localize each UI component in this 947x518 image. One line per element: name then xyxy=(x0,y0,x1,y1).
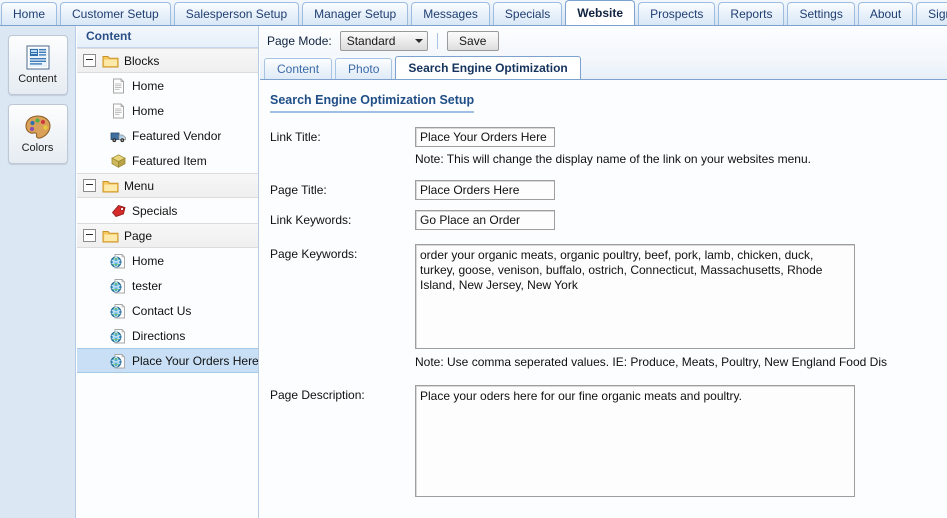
folder-icon xyxy=(102,228,124,244)
page-document-icon xyxy=(110,77,132,94)
main-tab-bar: Home Customer Setup Salesperson Setup Ma… xyxy=(0,0,947,26)
tree-item-home-block-1[interactable]: Home xyxy=(77,73,258,98)
page-mode-selected-value: Standard xyxy=(346,34,396,48)
tree-item-page-contact-us[interactable]: Contact Us xyxy=(77,298,258,323)
rail-button-colors[interactable]: Colors xyxy=(7,104,68,164)
tree-item-page-tester[interactable]: tester xyxy=(77,273,258,298)
link-keywords-label: Link Keywords: xyxy=(270,213,352,227)
page-title-label: Page Title: xyxy=(270,183,327,197)
page-title-row: Page Title: Place Orders Here xyxy=(260,180,947,200)
tab-reports[interactable]: Reports xyxy=(718,2,785,25)
document-content-icon xyxy=(24,45,52,71)
tab-website[interactable]: Website xyxy=(565,0,636,25)
tree-item-page-home[interactable]: Home xyxy=(77,248,258,273)
tab-salesperson-setup[interactable]: Salesperson Setup xyxy=(173,2,300,25)
link-title-input[interactable]: Place Your Orders Here xyxy=(415,127,555,147)
seo-form-title: Search Engine Optimization Setup xyxy=(270,93,475,113)
tree-item-label: Directions xyxy=(132,328,186,343)
globe-page-icon xyxy=(110,278,132,294)
tab-specials[interactable]: Specials xyxy=(492,2,563,25)
page-description-label: Page Description: xyxy=(270,388,365,402)
save-button[interactable]: Save xyxy=(446,31,499,51)
sub-tab-bar: Content Photo Search Engine Optimization xyxy=(260,56,947,80)
page-keywords-row: Page Keywords: order your organic meats,… xyxy=(260,244,947,349)
tree-item-label: tester xyxy=(132,278,163,293)
link-title-row: Link Title: Place Your Orders Here xyxy=(260,127,947,147)
content-tree-header: Content xyxy=(77,26,258,48)
sub-tab-search-engine-optimization[interactable]: Search Engine Optimization xyxy=(395,56,581,79)
tab-home[interactable]: Home xyxy=(1,2,58,25)
page-keywords-label: Page Keywords: xyxy=(270,247,358,261)
tab-settings[interactable]: Settings xyxy=(787,2,855,25)
page-mode-label: Page Mode: xyxy=(267,34,332,48)
left-icon-rail: Content Colors xyxy=(0,26,76,518)
truck-icon xyxy=(110,128,132,144)
sub-tab-photo[interactable]: Photo xyxy=(335,58,393,79)
chevron-down-icon xyxy=(414,39,423,43)
rail-button-content-label: Content xyxy=(18,73,57,85)
tree-item-home-block-2[interactable]: Home xyxy=(77,98,258,123)
tree-item-label: Contact Us xyxy=(132,303,192,318)
tab-manager-setup[interactable]: Manager Setup xyxy=(302,2,409,25)
rail-button-content[interactable]: Content xyxy=(7,35,68,95)
tree-group-page[interactable]: Page xyxy=(77,223,258,248)
tag-icon xyxy=(110,203,132,219)
tree-item-label: Specials xyxy=(132,203,178,218)
tree-group-blocks[interactable]: Blocks xyxy=(77,48,258,73)
page-document-icon xyxy=(110,102,132,119)
tab-sign-out[interactable]: Sign Out xyxy=(916,2,947,25)
globe-page-icon xyxy=(110,328,132,344)
tab-prospects[interactable]: Prospects xyxy=(638,2,716,25)
tree-item-label: Home xyxy=(132,253,165,268)
seo-form: Search Engine Optimization Setup Link Ti… xyxy=(260,81,947,518)
main-content-panel: Page Mode: Standard Save Content Photo S… xyxy=(260,26,947,518)
tree-item-label: Featured Vendor xyxy=(132,128,222,143)
sub-tab-content[interactable]: Content xyxy=(264,58,333,79)
link-keywords-row: Link Keywords: Go Place an Order xyxy=(260,210,947,230)
toolbar-divider xyxy=(436,33,438,49)
link-title-note: Note: This will change the display name … xyxy=(415,152,811,166)
tab-about[interactable]: About xyxy=(857,2,914,25)
page-description-textarea[interactable]: Place your oders here for our fine organ… xyxy=(415,385,855,497)
folder-icon xyxy=(102,53,124,69)
page-keywords-textarea[interactable]: order your organic meats, organic poultr… xyxy=(415,244,855,349)
page-keywords-note: Note: Use comma seperated values. IE: Pr… xyxy=(415,355,887,369)
page-mode-toolbar: Page Mode: Standard Save xyxy=(260,26,947,56)
color-palette-icon xyxy=(24,114,52,140)
tree-group-blocks-label: Blocks xyxy=(124,53,160,68)
tab-customer-setup[interactable]: Customer Setup xyxy=(60,2,171,25)
tree-item-page-directions[interactable]: Directions xyxy=(77,323,258,348)
tree-item-specials[interactable]: Specials xyxy=(77,198,258,223)
tree-group-menu[interactable]: Menu xyxy=(77,173,258,198)
page-description-row: Page Description: Place your oders here … xyxy=(260,385,947,497)
tree-item-label: Home xyxy=(132,78,165,93)
page-mode-select[interactable]: Standard xyxy=(339,31,428,51)
package-box-icon xyxy=(110,153,132,169)
tree-group-menu-label: Menu xyxy=(124,178,155,193)
globe-page-icon xyxy=(110,303,132,319)
tree-item-page-place-your-orders-here[interactable]: Place Your Orders Here xyxy=(77,348,258,373)
tab-messages[interactable]: Messages xyxy=(411,2,490,25)
tree-group-page-label: Page xyxy=(124,228,153,243)
tree-item-label: Place Your Orders Here xyxy=(132,353,258,368)
tree-item-featured-item[interactable]: Featured Item xyxy=(77,148,258,173)
globe-page-icon xyxy=(110,353,132,369)
page-title-input[interactable]: Place Orders Here xyxy=(415,180,555,200)
link-title-label: Link Title: xyxy=(270,130,321,144)
tree-item-label: Featured Item xyxy=(132,153,207,168)
collapse-icon[interactable] xyxy=(83,54,96,67)
collapse-icon[interactable] xyxy=(83,229,96,242)
link-keywords-input[interactable]: Go Place an Order xyxy=(415,210,555,230)
tree-item-label: Home xyxy=(132,103,165,118)
content-tree-panel: Content Blocks Home Home Featured Vendor… xyxy=(77,26,259,518)
globe-page-icon xyxy=(110,253,132,269)
collapse-icon[interactable] xyxy=(83,179,96,192)
tree-item-featured-vendor[interactable]: Featured Vendor xyxy=(77,123,258,148)
rail-button-colors-label: Colors xyxy=(21,142,54,154)
folder-icon xyxy=(102,178,124,194)
